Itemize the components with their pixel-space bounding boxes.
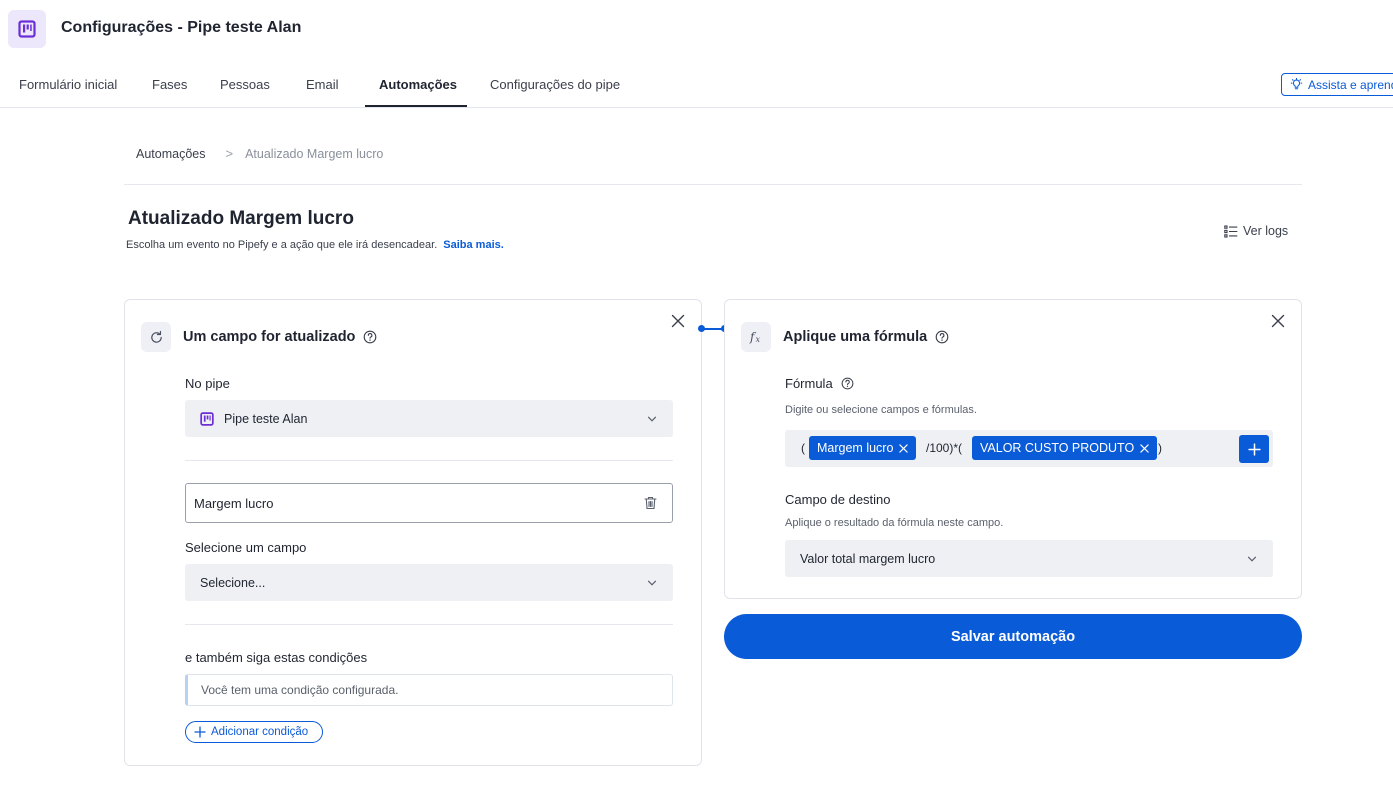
learn-more-link[interactable]: Saiba mais. xyxy=(443,239,504,251)
divider xyxy=(185,460,673,461)
formula-chip-valor-custo-produto[interactable]: VALOR CUSTO PRODUTO xyxy=(972,436,1158,460)
close-icon[interactable] xyxy=(1140,443,1149,453)
destination-hint: Aplique o resultado da fórmula neste cam… xyxy=(785,517,1004,529)
view-logs-label: Ver logs xyxy=(1243,224,1289,238)
add-condition-label: Adicionar condição xyxy=(211,726,309,738)
close-icon[interactable] xyxy=(899,443,909,453)
field-input-value: Margem lucro xyxy=(194,495,274,511)
refresh-icon xyxy=(141,322,171,352)
trigger-card: Um campo for atualizado No pipe Pipe tes… xyxy=(124,299,702,766)
lightbulb-icon xyxy=(1290,78,1303,91)
destination-select[interactable]: Valor total margem lucro xyxy=(785,540,1273,577)
app-header: Configurações - Pipe teste Alan xyxy=(0,0,1393,58)
chip-label: VALOR CUSTO PRODUTO xyxy=(980,441,1135,455)
close-icon[interactable] xyxy=(1271,314,1287,330)
active-tab-indicator xyxy=(365,105,467,107)
chip-label: Margem lucro xyxy=(817,441,894,455)
tab-pessoas[interactable]: Pessoas xyxy=(220,77,270,92)
trash-icon[interactable] xyxy=(644,496,657,513)
breadcrumb-separator: > xyxy=(225,146,234,161)
automation-description-text: Escolha um evento no Pipefy e a ação que… xyxy=(126,239,438,251)
save-automation-button[interactable]: Salvar automação xyxy=(724,614,1302,659)
help-icon[interactable] xyxy=(363,330,377,344)
chevron-down-icon xyxy=(647,577,657,591)
help-icon[interactable] xyxy=(841,377,854,390)
chevron-down-icon xyxy=(647,413,657,427)
trigger-title-text: Um campo for atualizado xyxy=(183,329,356,345)
formula-editor[interactable]: ( Margem lucro /100)*( VALOR CUSTO PRODU… xyxy=(785,430,1273,467)
field-select-placeholder: Selecione... xyxy=(200,575,266,590)
formula-hint: Digite ou selecione campos e fórmulas. xyxy=(785,404,977,416)
divider xyxy=(124,184,1302,185)
formula-paren-open: ( xyxy=(801,441,805,455)
automation-description: Escolha um evento no Pipefy e a ação que… xyxy=(126,239,504,251)
tab-fases[interactable]: Fases xyxy=(152,77,187,92)
condition-summary[interactable]: Você tem uma condição configurada. xyxy=(185,674,673,706)
assist-button[interactable]: Assista e aprenda xyxy=(1281,73,1393,96)
action-card: fx Aplique uma fórmula Fórmula Digite ou… xyxy=(724,299,1302,599)
assist-button-label: Assista e aprenda xyxy=(1308,77,1393,92)
trigger-title: Um campo for atualizado xyxy=(183,329,377,345)
condition-summary-text: Você tem uma condição configurada. xyxy=(201,683,399,697)
formula-label: Fórmula xyxy=(785,376,854,391)
breadcrumb-automacoes[interactable]: Automações xyxy=(136,147,205,161)
add-formula-button[interactable] xyxy=(1239,435,1269,463)
pipe-select-value: Pipe teste Alan xyxy=(224,411,308,426)
tab-email[interactable]: Email xyxy=(306,77,339,92)
kanban-board-icon xyxy=(8,10,46,48)
plus-icon xyxy=(194,726,206,738)
function-icon: fx xyxy=(741,322,771,352)
pipe-select[interactable]: Pipe teste Alan xyxy=(185,400,673,437)
svg-text:x: x xyxy=(756,335,761,344)
tab-formulario-inicial[interactable]: Formulário inicial xyxy=(19,77,117,92)
chevron-down-icon xyxy=(1247,553,1257,567)
breadcrumb: Automações > Atualizado Margem lucro xyxy=(136,146,383,161)
divider xyxy=(185,624,673,625)
pipe-label: No pipe xyxy=(185,376,230,391)
action-title-text: Aplique uma fórmula xyxy=(783,329,928,345)
formula-label-text: Fórmula xyxy=(785,376,833,391)
field-select[interactable]: Selecione... xyxy=(185,564,673,601)
formula-paren-close: ) xyxy=(1158,441,1162,455)
list-icon xyxy=(1224,224,1238,238)
add-condition-button[interactable]: Adicionar condição xyxy=(185,721,323,743)
destination-select-value: Valor total margem lucro xyxy=(800,551,936,566)
field-input[interactable]: Margem lucro xyxy=(185,483,673,523)
step-connector xyxy=(698,325,728,332)
plus-icon xyxy=(1247,442,1261,456)
page-title: Configurações - Pipe teste Alan xyxy=(61,19,302,36)
conditions-label: e também siga estas condições xyxy=(185,650,368,665)
help-icon[interactable] xyxy=(935,330,949,344)
tab-automacoes[interactable]: Automações xyxy=(379,77,457,92)
tab-configuracoes-do-pipe[interactable]: Configurações do pipe xyxy=(490,77,620,92)
destination-label: Campo de destino xyxy=(785,492,891,507)
automation-title: Atualizado Margem lucro xyxy=(128,208,354,229)
view-logs-button[interactable]: Ver logs xyxy=(1224,224,1288,238)
select-field-label: Selecione um campo xyxy=(185,540,307,555)
formula-operator: /100)*( xyxy=(926,441,963,455)
close-icon[interactable] xyxy=(671,314,687,330)
action-title: Aplique uma fórmula xyxy=(783,329,949,345)
tab-bar: Formulário inicial Fases Pessoas Email A… xyxy=(0,62,1393,108)
kanban-board-icon xyxy=(200,411,214,426)
breadcrumb-current: Atualizado Margem lucro xyxy=(245,146,384,161)
formula-chip-margem-lucro[interactable]: Margem lucro xyxy=(809,436,917,460)
